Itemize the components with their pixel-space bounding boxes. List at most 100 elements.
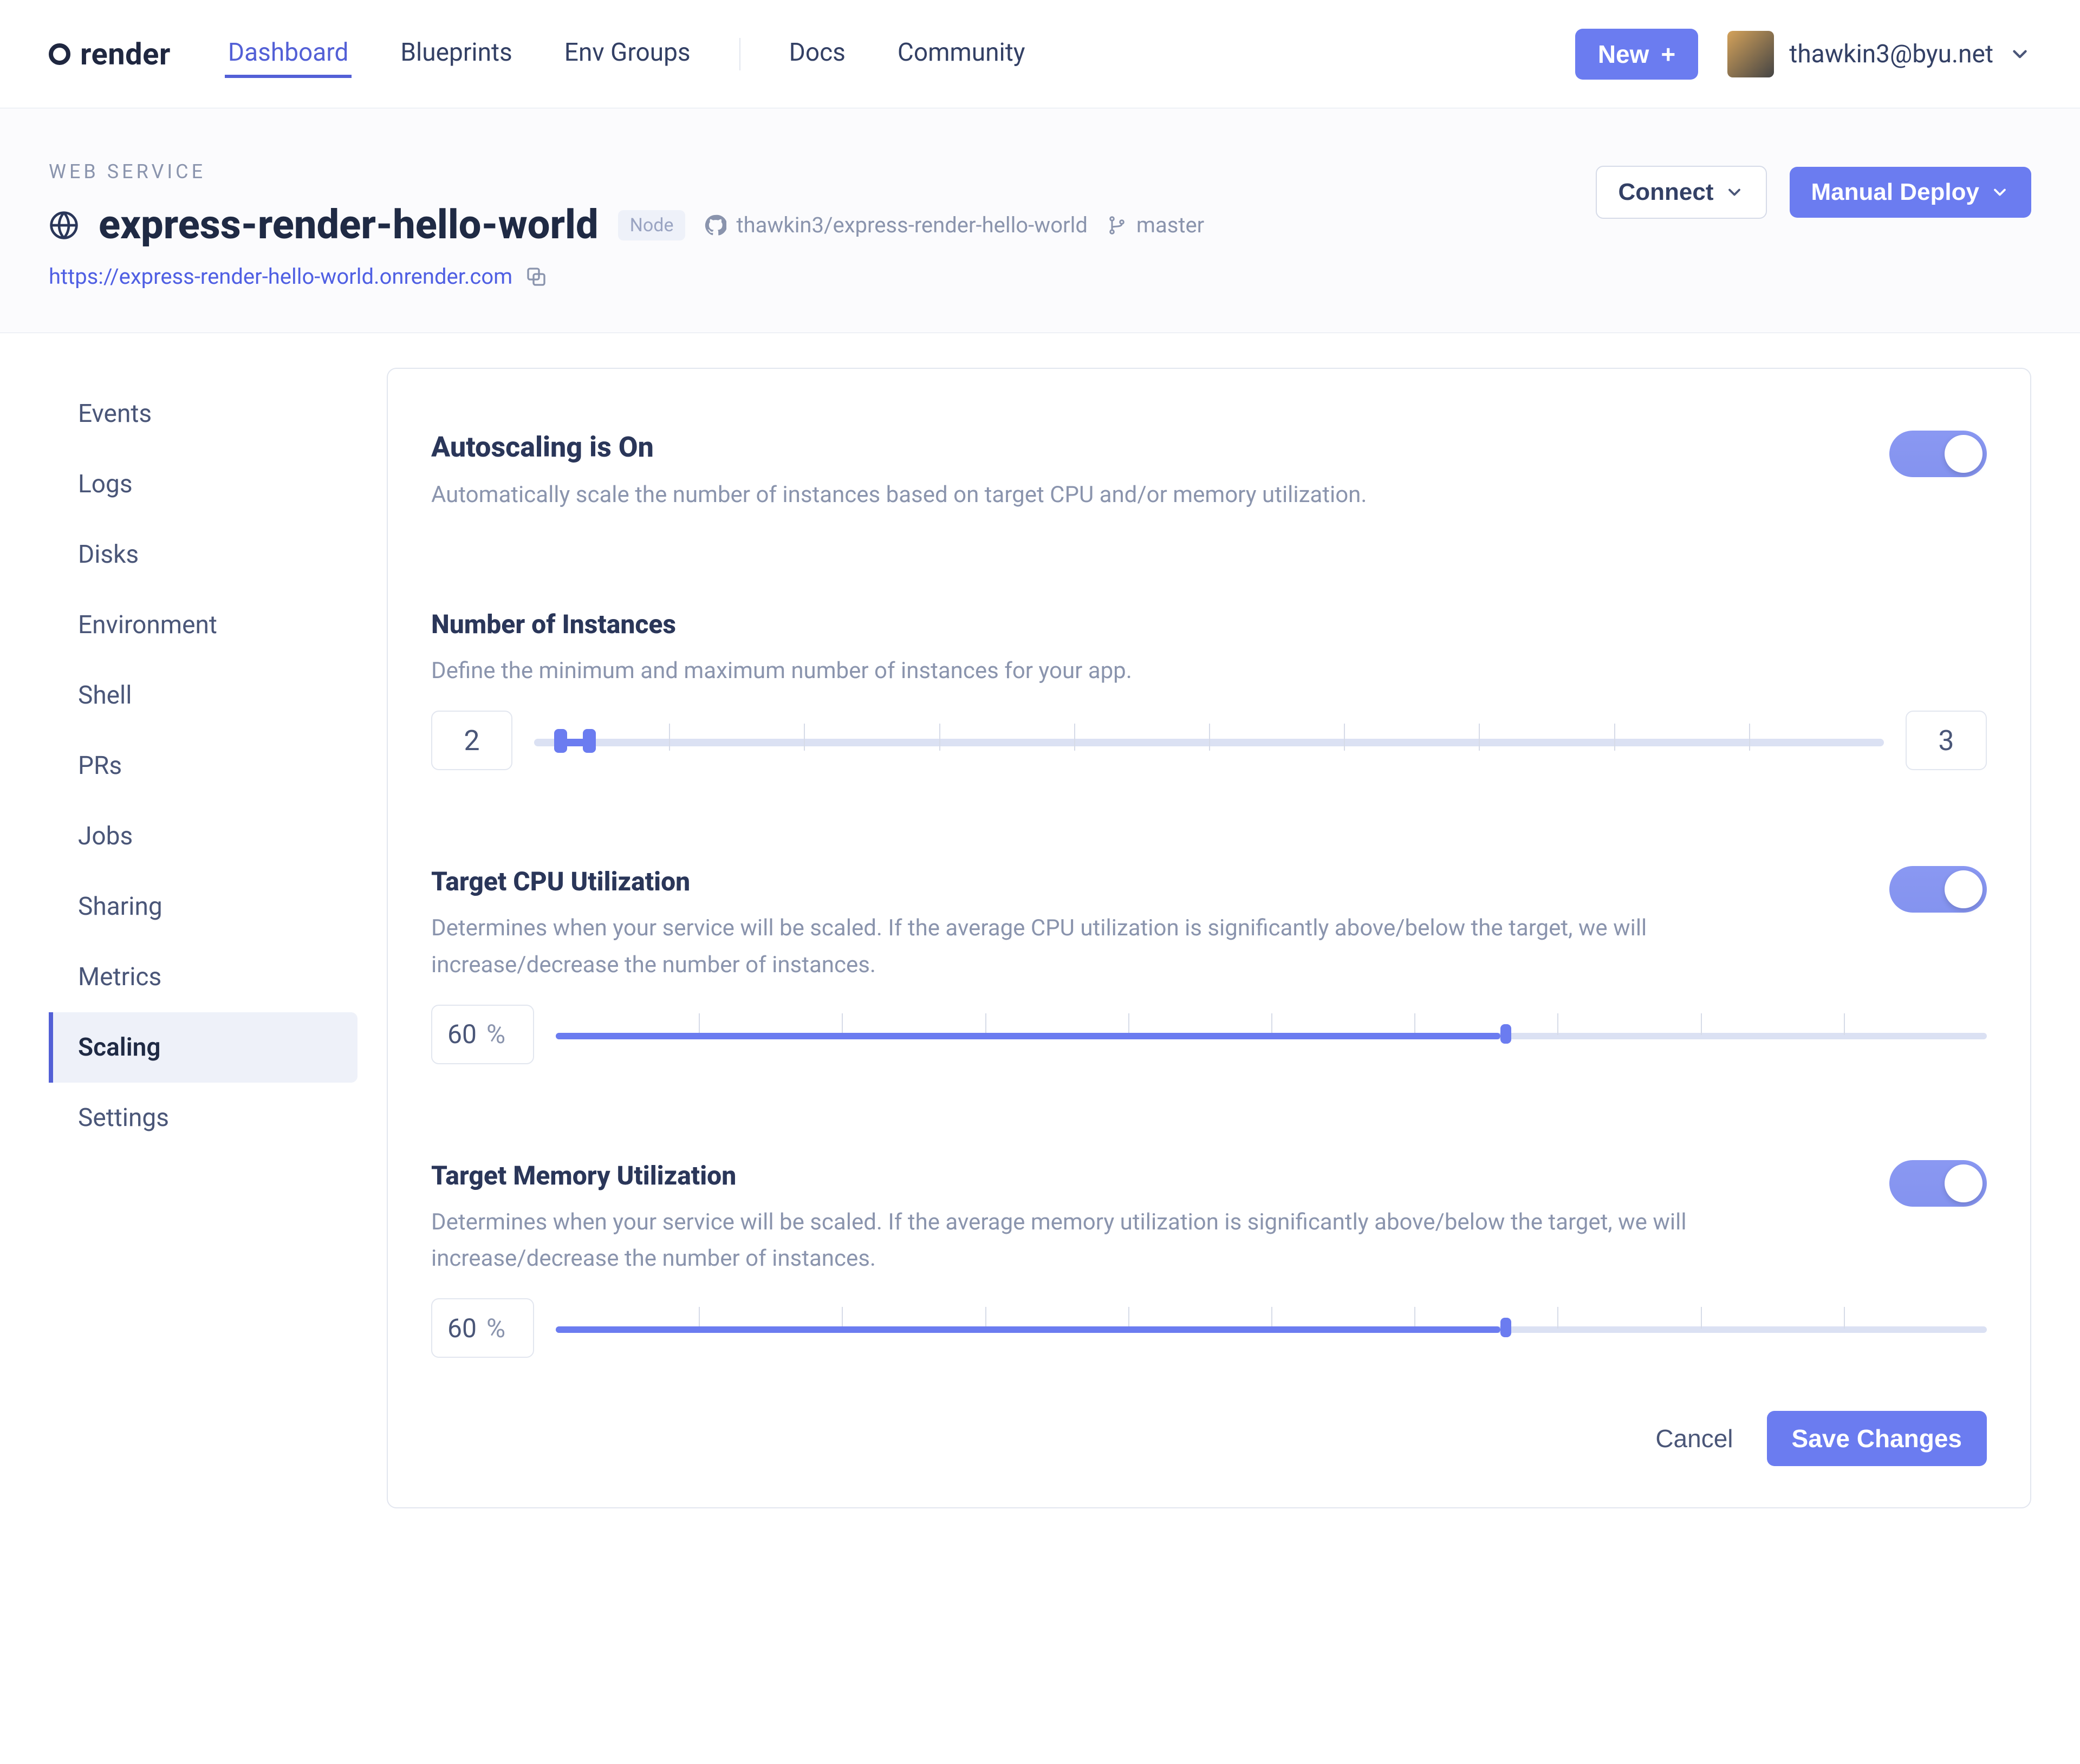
repo-link[interactable]: thawkin3/express-render-hello-world: [705, 212, 1087, 238]
autoscaling-title: Autoscaling is On: [431, 431, 1367, 464]
plus-icon: +: [1661, 42, 1675, 67]
sidebar-item-jobs[interactable]: Jobs: [49, 801, 358, 871]
cpu-controls: 60 %: [431, 1005, 1987, 1064]
toggle-knob: [1945, 435, 1982, 473]
sidebar-item-events[interactable]: Events: [49, 379, 358, 449]
sidebar-item-environment[interactable]: Environment: [49, 590, 358, 660]
cancel-button[interactable]: Cancel: [1652, 1423, 1736, 1454]
new-button-label: New: [1598, 40, 1649, 69]
instances-controls: 2: [431, 711, 1987, 770]
nav-dashboard[interactable]: Dashboard: [225, 30, 352, 78]
slider-fill: [556, 1033, 1500, 1039]
nav-env-groups[interactable]: Env Groups: [561, 30, 694, 78]
cpu-section: Target CPU Utilization Determines when y…: [431, 845, 1987, 1084]
sidebar-item-prs[interactable]: PRs: [49, 731, 358, 801]
sidebar-item-shell[interactable]: Shell: [49, 660, 358, 731]
memory-controls: 60 %: [431, 1298, 1987, 1358]
manual-deploy-button[interactable]: Manual Deploy: [1790, 167, 2032, 218]
panel-actions: Cancel Save Changes: [431, 1411, 1987, 1466]
cpu-slider[interactable]: [556, 1027, 1987, 1042]
autoscaling-toggle[interactable]: [1889, 431, 1987, 477]
instances-min-handle[interactable]: [554, 729, 567, 753]
cpu-value: 60: [447, 1019, 477, 1050]
topbar: render Dashboard Blueprints Env Groups D…: [0, 0, 2080, 108]
instances-min-value[interactable]: 2: [431, 711, 512, 770]
nav-docs[interactable]: Docs: [786, 30, 849, 78]
connect-label: Connect: [1618, 179, 1714, 206]
nav-divider: [739, 38, 740, 70]
memory-value-box[interactable]: 60 %: [431, 1298, 534, 1358]
toggle-knob: [1945, 1164, 1982, 1202]
cpu-value-box[interactable]: 60 %: [431, 1005, 534, 1064]
sidebar-item-sharing[interactable]: Sharing: [49, 871, 358, 942]
sidebar-item-settings[interactable]: Settings: [49, 1083, 358, 1153]
connect-button[interactable]: Connect: [1596, 166, 1767, 219]
memory-value: 60: [447, 1313, 477, 1344]
scaling-panel: Autoscaling is On Automatically scale th…: [387, 368, 2031, 1508]
body: Events Logs Disks Environment Shell PRs …: [0, 333, 2080, 1573]
copy-icon[interactable]: [525, 266, 547, 288]
cpu-slider-handle[interactable]: [1500, 1024, 1511, 1044]
autoscaling-section: Autoscaling is On Automatically scale th…: [431, 410, 1987, 533]
branch-link[interactable]: master: [1107, 212, 1204, 238]
instances-max-handle[interactable]: [583, 729, 596, 753]
save-changes-button[interactable]: Save Changes: [1767, 1411, 1987, 1466]
memory-toggle[interactable]: [1889, 1160, 1987, 1207]
chevron-down-icon: [1725, 183, 1744, 202]
service-title-row: express-render-hello-world Node thawkin3…: [49, 201, 1574, 249]
service-url-row: https://express-render-hello-world.onren…: [49, 264, 1574, 289]
slider-fill: [556, 1326, 1500, 1333]
slider-ticks: [534, 724, 1884, 747]
logo-mark-icon: [49, 43, 70, 65]
sidebar-item-scaling[interactable]: Scaling: [49, 1012, 358, 1083]
service-header: WEB SERVICE express-render-hello-world N…: [0, 108, 2080, 333]
sidebar-list: Events Logs Disks Environment Shell PRs …: [49, 368, 358, 1153]
memory-title: Target Memory Utilization: [431, 1160, 1731, 1191]
service-header-left: WEB SERVICE express-render-hello-world N…: [49, 160, 1574, 289]
nav-blueprints[interactable]: Blueprints: [397, 30, 515, 78]
sidebar-item-metrics[interactable]: Metrics: [49, 942, 358, 1012]
service-url[interactable]: https://express-render-hello-world.onren…: [49, 264, 512, 289]
branch-name: master: [1136, 212, 1204, 238]
instances-slider[interactable]: [534, 733, 1884, 747]
memory-desc: Determines when your service will be sca…: [431, 1204, 1731, 1277]
chevron-down-icon: [1990, 183, 2010, 202]
instances-desc: Define the minimum and maximum number of…: [431, 653, 1731, 689]
instances-max-value[interactable]: 3: [1906, 711, 1987, 770]
memory-unit: %: [486, 1313, 505, 1344]
service-name: express-render-hello-world: [99, 201, 599, 249]
github-icon: [705, 214, 726, 236]
autoscaling-desc: Automatically scale the number of instan…: [431, 477, 1367, 513]
chevron-down-icon: [2008, 43, 2031, 66]
cpu-unit: %: [486, 1019, 505, 1050]
toggle-knob: [1945, 870, 1982, 908]
sidebar-item-disks[interactable]: Disks: [49, 519, 358, 590]
user-email: thawkin3@byu.net: [1789, 40, 1993, 69]
instances-section: Number of Instances Define the minimum a…: [431, 588, 1987, 791]
service-actions: Connect Manual Deploy: [1596, 166, 2032, 219]
new-button[interactable]: New +: [1575, 29, 1698, 80]
branch-icon: [1107, 216, 1127, 235]
memory-slider[interactable]: [556, 1321, 1987, 1335]
avatar: [1727, 31, 1774, 77]
sidebar: Events Logs Disks Environment Shell PRs …: [49, 368, 358, 1153]
logo[interactable]: render: [49, 36, 171, 72]
service-type-label: WEB SERVICE: [49, 160, 1574, 183]
repo-name: thawkin3/express-render-hello-world: [736, 212, 1087, 238]
logo-text: render: [80, 36, 171, 72]
nav-items: Dashboard Blueprints Env Groups Docs Com…: [225, 30, 1029, 78]
cpu-toggle[interactable]: [1889, 866, 1987, 913]
cpu-desc: Determines when your service will be sca…: [431, 910, 1731, 982]
globe-icon: [49, 210, 79, 240]
nav-community[interactable]: Community: [894, 30, 1029, 78]
cpu-title: Target CPU Utilization: [431, 866, 1731, 897]
nav-right: New + thawkin3@byu.net: [1575, 29, 2031, 80]
manual-deploy-label: Manual Deploy: [1811, 179, 1980, 206]
memory-section: Target Memory Utilization Determines whe…: [431, 1140, 1987, 1378]
runtime-badge: Node: [618, 210, 686, 240]
user-menu[interactable]: thawkin3@byu.net: [1727, 31, 2031, 77]
instances-title: Number of Instances: [431, 609, 1987, 640]
nav-left: render Dashboard Blueprints Env Groups D…: [49, 30, 1029, 78]
sidebar-item-logs[interactable]: Logs: [49, 449, 358, 519]
memory-slider-handle[interactable]: [1500, 1318, 1511, 1337]
